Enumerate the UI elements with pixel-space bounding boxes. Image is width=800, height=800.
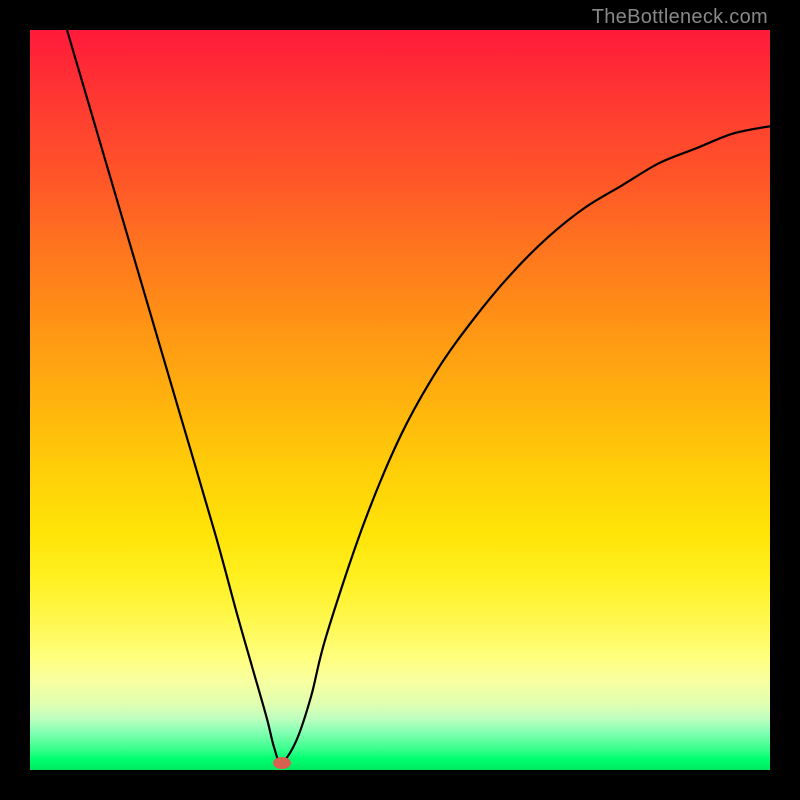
minimum-marker bbox=[273, 757, 291, 769]
watermark-text: TheBottleneck.com bbox=[592, 6, 768, 29]
bottleneck-curve bbox=[30, 30, 770, 770]
chart-container bbox=[30, 30, 770, 770]
